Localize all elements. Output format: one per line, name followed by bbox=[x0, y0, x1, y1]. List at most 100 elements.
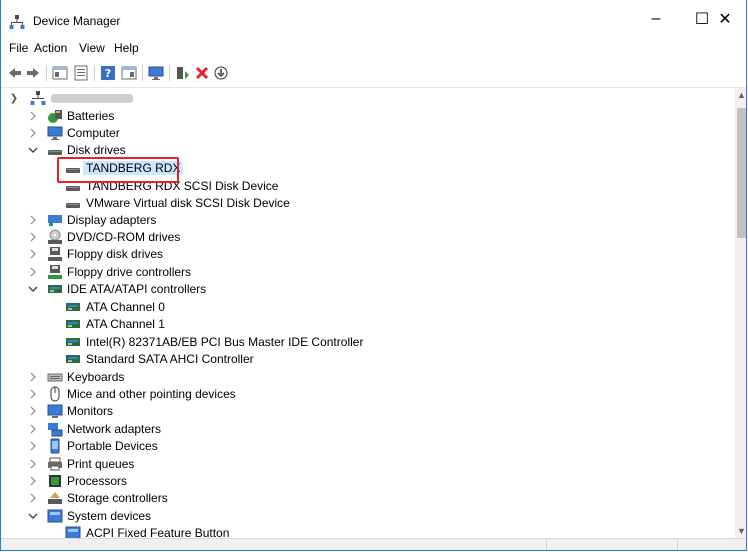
forward-arrow-icon[interactable] bbox=[25, 65, 41, 81]
chevron-right-icon[interactable] bbox=[28, 214, 38, 226]
tree-item[interactable]: ATA Channel 1 bbox=[1, 316, 735, 333]
mouse-icon bbox=[47, 386, 63, 402]
tree-item-label: ACPI Fixed Feature Button bbox=[86, 526, 230, 538]
tree-item[interactable]: Monitors bbox=[1, 403, 735, 420]
chevron-right-icon[interactable] bbox=[28, 388, 38, 400]
chevron-right-icon[interactable] bbox=[28, 110, 38, 122]
tree-item-label: Storage controllers bbox=[67, 491, 168, 505]
chevron-right-icon[interactable] bbox=[28, 405, 38, 417]
tree-item[interactable]: Mice and other pointing devices bbox=[1, 386, 735, 403]
tree-item[interactable]: Floppy disk drives bbox=[1, 246, 735, 263]
menu-file[interactable]: File bbox=[9, 41, 28, 55]
chevron-right-icon[interactable] bbox=[28, 492, 38, 504]
tree-root[interactable]: ❯ bbox=[1, 90, 735, 107]
storage-controller-icon bbox=[47, 490, 63, 506]
back-arrow-icon[interactable] bbox=[7, 65, 23, 81]
chevron-right-icon[interactable] bbox=[28, 371, 38, 383]
ide-controller-icon bbox=[65, 299, 81, 315]
chevron-right-icon[interactable] bbox=[28, 423, 38, 435]
chevron-right-icon[interactable] bbox=[28, 127, 38, 139]
tree-item-label: Floppy disk drives bbox=[67, 247, 164, 261]
display-adapter-icon bbox=[47, 212, 63, 228]
tree-item[interactable]: System devices bbox=[1, 508, 735, 525]
processor-icon bbox=[47, 473, 63, 489]
tree-item[interactable]: IDE ATA/ATAPI controllers bbox=[1, 281, 735, 298]
menu-action[interactable]: Action bbox=[34, 41, 67, 55]
tree-item-label: DVD/CD-ROM drives bbox=[67, 230, 181, 244]
chevron-right-icon[interactable] bbox=[28, 248, 38, 260]
tree-item-label: IDE ATA/ATAPI controllers bbox=[67, 282, 207, 296]
tree-item[interactable]: Processors bbox=[1, 473, 735, 490]
tree-item-label: Print queues bbox=[67, 457, 135, 471]
tree-root-label-blurred bbox=[51, 94, 133, 103]
tree-item[interactable]: VMware Virtual disk SCSI Disk Device bbox=[1, 195, 735, 212]
chevron-right-icon[interactable] bbox=[28, 458, 38, 470]
tree-item-label: Processors bbox=[67, 474, 128, 488]
tree-item[interactable]: Standard SATA AHCI Controller bbox=[1, 351, 735, 368]
status-separator bbox=[677, 539, 678, 550]
menu-help[interactable]: Help bbox=[114, 41, 139, 55]
tree-item[interactable]: Computer bbox=[1, 125, 735, 142]
tree-item-label: ATA Channel 0 bbox=[86, 300, 165, 314]
tree-item[interactable]: Keyboards bbox=[1, 369, 735, 386]
minimize-button[interactable]: – bbox=[633, 0, 679, 37]
tree-item[interactable]: Display adapters bbox=[1, 212, 735, 229]
tree-item-label: Floppy drive controllers bbox=[67, 265, 192, 279]
tree-item[interactable]: Network adapters bbox=[1, 421, 735, 438]
disk-drive-icon bbox=[65, 195, 81, 211]
tree-item-label: Computer bbox=[67, 126, 120, 140]
tree-item-label: Keyboards bbox=[67, 370, 125, 384]
vertical-scrollbar[interactable]: ▲ ▼ bbox=[735, 88, 746, 538]
floppy-controller-icon bbox=[47, 264, 63, 280]
chevron-down-icon[interactable]: ❯ bbox=[9, 92, 19, 104]
tree-item[interactable]: Print queues bbox=[1, 456, 735, 473]
tree-item-label: Monitors bbox=[67, 404, 114, 418]
help-icon[interactable]: ? bbox=[100, 65, 116, 81]
ide-controller-icon bbox=[65, 334, 81, 350]
chevron-right-icon[interactable] bbox=[28, 440, 38, 452]
uninstall-device-icon[interactable] bbox=[194, 65, 210, 81]
chevron-down-icon[interactable] bbox=[28, 510, 38, 522]
window-title: Device Manager bbox=[33, 14, 121, 28]
tree-item[interactable]: ACPI Fixed Feature Button bbox=[1, 525, 735, 538]
toolbar-separator bbox=[142, 65, 143, 81]
battery-icon bbox=[47, 108, 63, 124]
chevron-down-icon[interactable] bbox=[28, 283, 38, 295]
scroll-up-arrow-icon[interactable]: ▲ bbox=[735, 88, 746, 102]
show-hide-console-tree-icon[interactable] bbox=[52, 65, 68, 81]
toolbar-separator bbox=[169, 65, 170, 81]
chevron-right-icon[interactable] bbox=[28, 266, 38, 278]
keyboard-icon bbox=[47, 369, 63, 385]
toolbar-separator bbox=[94, 65, 95, 81]
update-driver-icon[interactable] bbox=[175, 65, 191, 81]
tree-item-label: Batteries bbox=[67, 109, 115, 123]
tree-item[interactable]: Batteries bbox=[1, 108, 735, 125]
tree-item[interactable]: ATA Channel 0 bbox=[1, 299, 735, 316]
title-bar: Device Manager – ☐ ✕ bbox=[1, 0, 746, 37]
tree-item[interactable]: Storage controllers bbox=[1, 490, 735, 507]
chevron-right-icon[interactable] bbox=[28, 231, 38, 243]
chevron-down-icon[interactable] bbox=[28, 144, 38, 156]
tree-item-label: Standard SATA AHCI Controller bbox=[86, 352, 254, 366]
scan-hardware-monitor-icon[interactable] bbox=[148, 65, 164, 81]
menu-bar: File Action View Help bbox=[1, 37, 746, 59]
device-manager-icon bbox=[9, 15, 25, 29]
device-tree: ❯ Batteries Computer Disk drives TANDBERG R… bbox=[1, 88, 735, 538]
menu-view[interactable]: View bbox=[79, 41, 105, 55]
chevron-right-icon[interactable] bbox=[28, 475, 38, 487]
scroll-down-arrow-icon[interactable]: ▼ bbox=[735, 524, 746, 538]
tree-item-label: Disk drives bbox=[67, 143, 126, 157]
svg-text:?: ? bbox=[105, 67, 111, 80]
tree-item[interactable]: Portable Devices bbox=[1, 438, 735, 455]
tree-item[interactable]: DVD/CD-ROM drives bbox=[1, 229, 735, 246]
disk-drive-icon bbox=[47, 142, 63, 158]
tree-item-label: System devices bbox=[67, 509, 152, 523]
printer-icon bbox=[47, 456, 63, 472]
close-button[interactable]: ✕ bbox=[701, 0, 746, 37]
tree-item[interactable]: Floppy drive controllers bbox=[1, 264, 735, 281]
scrollbar-thumb[interactable] bbox=[737, 108, 746, 238]
view-pane-icon[interactable] bbox=[121, 65, 137, 81]
disable-device-icon[interactable] bbox=[213, 65, 229, 81]
tree-item[interactable]: Intel(R) 82371AB/EB PCI Bus Master IDE C… bbox=[1, 334, 735, 351]
properties-icon[interactable] bbox=[73, 65, 89, 81]
